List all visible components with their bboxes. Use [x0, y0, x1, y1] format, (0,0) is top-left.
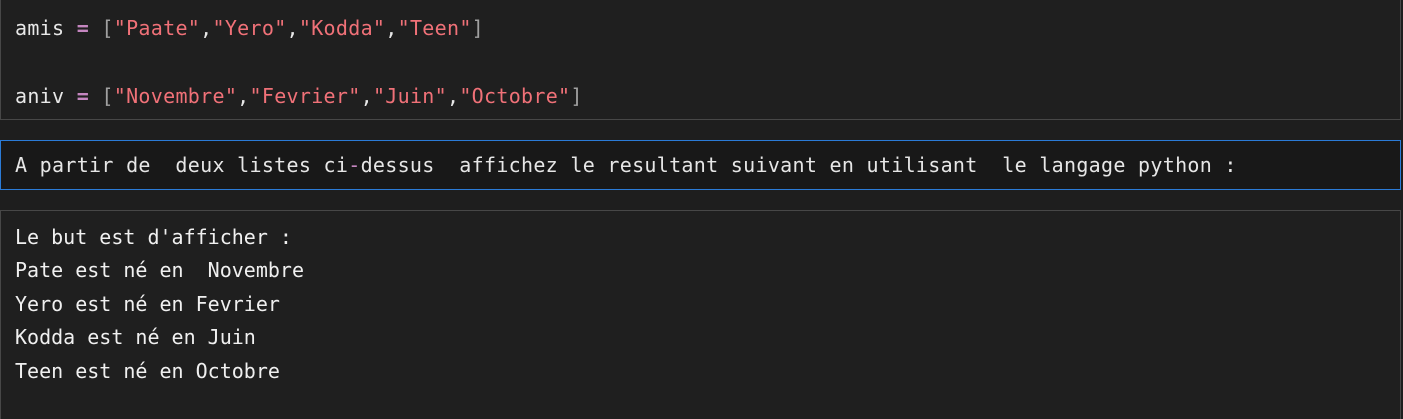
output-line: Yero est né en Fevrier — [15, 292, 280, 316]
instruction-text: A partir de deux listes ci-dessus affich… — [15, 153, 1237, 177]
assign-operator: = — [76, 16, 90, 40]
string-literal: "Teen" — [397, 16, 472, 40]
string-literal: "Kodda" — [298, 16, 386, 40]
comma: , — [360, 84, 373, 108]
output-line: Kodda est né en Juin — [15, 325, 256, 349]
code-line-aniv: aniv = ["Novembre","Fevrier","Juin","Oct… — [15, 84, 583, 108]
assign-operator: = — [76, 84, 90, 108]
output-cell[interactable]: Le but est d'afficher : Pate est né en N… — [0, 210, 1401, 419]
comma: , — [237, 84, 250, 108]
variable-aniv: aniv — [15, 84, 65, 108]
instruction-text-before: A partir de deux listes ci — [15, 153, 349, 177]
string-literal: "Novembre" — [113, 84, 238, 108]
code-line-amis: amis = ["Paate","Yero","Kodda","Teen"] — [15, 16, 484, 40]
comma: , — [446, 84, 460, 108]
output-line: Le but est d'afficher : — [15, 225, 292, 249]
comma: , — [286, 16, 299, 40]
close-bracket: ] — [570, 84, 583, 108]
comma: , — [385, 16, 398, 40]
string-literal: "Fevrier" — [249, 84, 361, 108]
string-literal: "Paate" — [113, 16, 201, 40]
output-line: Pate est né en Novembre — [15, 258, 304, 282]
string-literal: "Octobre" — [459, 84, 571, 108]
output-line: Teen est né en Octobre — [15, 359, 280, 383]
string-literal: "Juin" — [372, 84, 447, 108]
close-bracket: ] — [471, 16, 484, 40]
notebook-page: amis = ["Paate","Yero","Kodda","Teen"] a… — [0, 0, 1403, 419]
open-bracket: [ — [101, 16, 114, 40]
variable-amis: amis — [15, 16, 65, 40]
open-bracket: [ — [101, 84, 114, 108]
code-cell[interactable]: amis = ["Paate","Yero","Kodda","Teen"] a… — [0, 0, 1401, 120]
markdown-cell[interactable]: A partir de deux listes ci-dessus affich… — [0, 140, 1401, 190]
comma: , — [200, 16, 213, 40]
string-literal: "Yero" — [212, 16, 287, 40]
instruction-text-after: dessus affichez le resultant suivant en … — [360, 153, 1237, 177]
instruction-hyphen: - — [348, 153, 361, 177]
